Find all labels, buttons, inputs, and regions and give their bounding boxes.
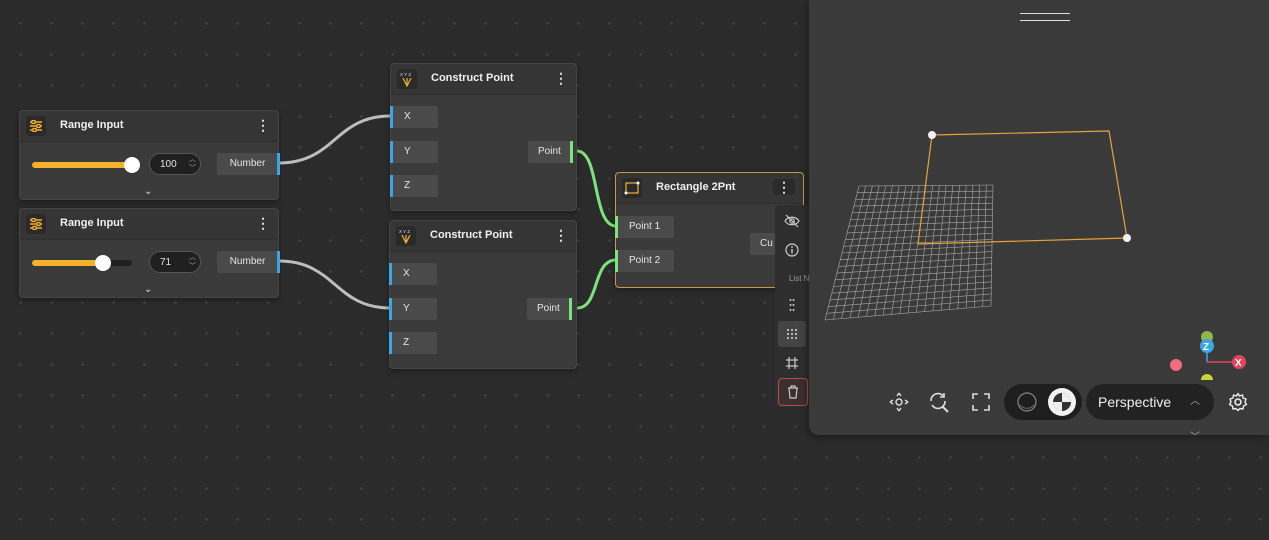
output-port-number[interactable]: Number bbox=[217, 153, 280, 175]
rectangle-icon bbox=[622, 178, 642, 198]
number-input[interactable]: 100 ︿ ﹀ bbox=[149, 153, 201, 175]
viewport-scene[interactable]: Z X bbox=[809, 0, 1269, 380]
range-slider[interactable] bbox=[32, 157, 140, 173]
render-mode-toggle[interactable] bbox=[1004, 384, 1082, 420]
number-input[interactable]: 71 ︿ ﹀ bbox=[149, 251, 201, 273]
node-menu-icon[interactable]: ⋮ bbox=[256, 215, 270, 231]
output-port-point[interactable]: Point bbox=[528, 141, 573, 163]
node-title: Rectangle 2Pnt bbox=[656, 181, 736, 193]
input-port-z[interactable]: Z bbox=[390, 175, 438, 197]
xyz-point-icon: X Y Z bbox=[397, 69, 417, 89]
number-value: 100 bbox=[160, 159, 177, 170]
stepper-icon[interactable]: ︿ ﹀ bbox=[189, 155, 196, 173]
xyz-point-icon: X Y Z bbox=[396, 226, 416, 246]
axis-neg-y bbox=[1201, 374, 1213, 380]
node-menu-icon[interactable]: ⋮ bbox=[554, 70, 568, 86]
chevron-down-icon[interactable]: ⌄ bbox=[144, 186, 152, 197]
trash-icon[interactable] bbox=[778, 378, 808, 406]
node-menu-icon[interactable]: ⋮ bbox=[554, 227, 568, 243]
node-title: Construct Point bbox=[430, 229, 513, 241]
axis-x-label: X bbox=[1235, 358, 1242, 369]
node-header[interactable]: Rectangle 2Pnt ⋮ bbox=[616, 173, 803, 204]
node-menu-icon[interactable]: ⋮ bbox=[773, 179, 795, 195]
node-title: Construct Point bbox=[431, 72, 514, 84]
slider-thumb[interactable] bbox=[95, 255, 111, 271]
shaded-sphere-icon[interactable] bbox=[1048, 388, 1076, 416]
wire-range2-to-construct2-y bbox=[278, 259, 391, 310]
node-context-menu: List N bbox=[775, 205, 809, 407]
range-input-node-1[interactable]: Range Input ⋮ 100 ︿ ﹀ Number ⌄ bbox=[19, 110, 280, 200]
grid-hash-icon[interactable] bbox=[778, 350, 806, 376]
construct-point-node-2[interactable]: X Y Z Construct Point ⋮ X Y Z Point bbox=[389, 220, 577, 369]
grid-dots-icon[interactable] bbox=[778, 321, 806, 347]
wire-construct2-to-rect-p2 bbox=[576, 258, 617, 310]
node-header[interactable]: X Y Z Construct Point ⋮ bbox=[390, 221, 576, 252]
ground-grid bbox=[824, 184, 994, 321]
axis-neg-x bbox=[1170, 359, 1182, 371]
node-header[interactable]: Range Input ⋮ bbox=[20, 209, 278, 240]
slider-fill bbox=[32, 162, 132, 168]
view-mode-select[interactable]: Perspective ︿ ﹀ bbox=[1086, 384, 1214, 443]
node-title: Range Input bbox=[60, 119, 124, 131]
gear-icon[interactable] bbox=[1226, 390, 1250, 414]
node-menu-icon[interactable]: ⋮ bbox=[256, 117, 270, 133]
wire-construct1-to-rect-p1 bbox=[576, 149, 617, 228]
chevron-updown-icon: ︿ ﹀ bbox=[1190, 396, 1200, 443]
input-port-z[interactable]: Z bbox=[389, 332, 437, 354]
view-mode-value: Perspective bbox=[1098, 394, 1172, 410]
info-icon[interactable] bbox=[778, 237, 806, 263]
fit-view-icon[interactable] bbox=[969, 390, 993, 414]
3d-viewport[interactable]: Z X Perspective ︿ ﹀ bbox=[809, 0, 1269, 443]
axis-gizmo: Z X bbox=[1170, 331, 1246, 380]
list-dots-icon[interactable] bbox=[778, 292, 806, 318]
wire-range1-to-construct1-x bbox=[278, 114, 391, 165]
axis-z-label: Z bbox=[1203, 342, 1209, 353]
rectangle-corner-point-2 bbox=[1123, 234, 1131, 242]
output-port-number[interactable]: Number bbox=[217, 251, 280, 273]
sliders-icon bbox=[26, 214, 46, 234]
slider-fill bbox=[32, 260, 103, 266]
sliders-icon bbox=[26, 116, 46, 136]
node-header[interactable]: Range Input ⋮ bbox=[20, 111, 278, 142]
input-port-y[interactable]: Y bbox=[389, 298, 437, 320]
stepper-icon[interactable]: ︿ ﹀ bbox=[189, 253, 196, 271]
input-port-point-2[interactable]: Point 2 bbox=[615, 250, 674, 272]
svg-text:X Y Z: X Y Z bbox=[400, 72, 411, 77]
context-menu-label: List N bbox=[789, 274, 809, 283]
orbit-icon[interactable] bbox=[887, 390, 911, 414]
input-port-x[interactable]: X bbox=[390, 106, 438, 128]
node-title: Range Input bbox=[60, 217, 124, 229]
svg-text:X Y Z: X Y Z bbox=[399, 229, 410, 234]
zoom-refresh-icon[interactable] bbox=[927, 390, 951, 414]
range-slider[interactable] bbox=[32, 255, 132, 271]
input-port-y[interactable]: Y bbox=[390, 141, 438, 163]
input-port-x[interactable]: X bbox=[389, 263, 437, 285]
slider-thumb[interactable] bbox=[124, 157, 140, 173]
construct-point-node-1[interactable]: X Y Z Construct Point ⋮ X Y Z Point bbox=[390, 63, 577, 211]
grid-line bbox=[824, 305, 992, 321]
range-input-node-2[interactable]: Range Input ⋮ 71 ︿ ﹀ Number ⌄ bbox=[19, 208, 280, 298]
number-value: 71 bbox=[160, 257, 172, 268]
rectangle-preview bbox=[917, 130, 1128, 245]
chevron-down-icon[interactable]: ⌄ bbox=[144, 284, 152, 295]
rectangle-corner-point-1 bbox=[928, 131, 936, 139]
eye-off-icon[interactable] bbox=[778, 208, 806, 234]
output-port-point[interactable]: Point bbox=[527, 298, 572, 320]
node-header[interactable]: X Y Z Construct Point ⋮ bbox=[391, 64, 576, 95]
wireframe-sphere-icon[interactable] bbox=[1016, 391, 1038, 413]
input-port-point-1[interactable]: Point 1 bbox=[615, 216, 674, 238]
